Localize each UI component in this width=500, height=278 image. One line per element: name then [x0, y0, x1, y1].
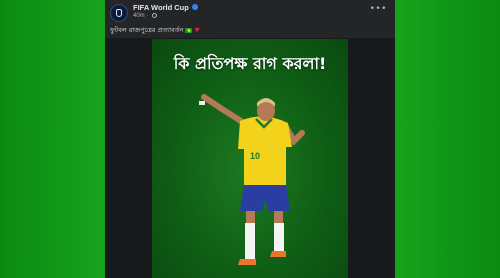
player-shorts: [240, 185, 290, 211]
post-timestamp[interactable]: 40m: [133, 13, 145, 19]
image-headline: কি প্রতিপক্ষ রাগ করলা!: [173, 54, 327, 73]
wristband-left: [199, 101, 205, 105]
post-caption-row: ফুটবল রাজপুত্রের প্রত্যাবর্তন ♥: [110, 25, 200, 36]
post-meta: 40m ·: [133, 13, 158, 19]
verified-badge-icon: [191, 4, 198, 11]
post-caption: ফুটবল রাজপুত্রের প্রত্যাবর্তন: [110, 26, 184, 34]
post-image[interactable]: 10 কি প্রতিপক্ষ রাগ করলা!: [152, 39, 348, 278]
page-name-row: FIFA World Cup: [133, 3, 198, 12]
player-right-boot: [270, 251, 286, 257]
jersey-number: 10: [250, 151, 260, 161]
page-avatar[interactable]: [110, 4, 128, 22]
player-left-arm: [201, 94, 247, 126]
more-options-icon[interactable]: •••: [370, 4, 387, 14]
brazil-flag-icon: [185, 27, 193, 33]
post-header: FIFA World Cup 40m · ••• ফুটবল রাজপুত্রে…: [105, 0, 395, 38]
globe-icon: [152, 13, 158, 18]
right-green-margin: [395, 0, 500, 278]
player-left-thigh: [246, 211, 255, 223]
player-left-sock: [245, 223, 255, 259]
player-left-boot: [238, 259, 256, 265]
fifa-logo-icon: [116, 9, 122, 17]
heart-icon: ♥: [194, 26, 200, 34]
player-right-thigh: [274, 211, 283, 223]
player-right-sock: [274, 223, 284, 251]
left-green-margin: [0, 0, 105, 278]
facebook-post: FIFA World Cup 40m · ••• ফুটবল রাজপুত্রে…: [105, 0, 395, 278]
page-name[interactable]: FIFA World Cup: [133, 3, 189, 12]
